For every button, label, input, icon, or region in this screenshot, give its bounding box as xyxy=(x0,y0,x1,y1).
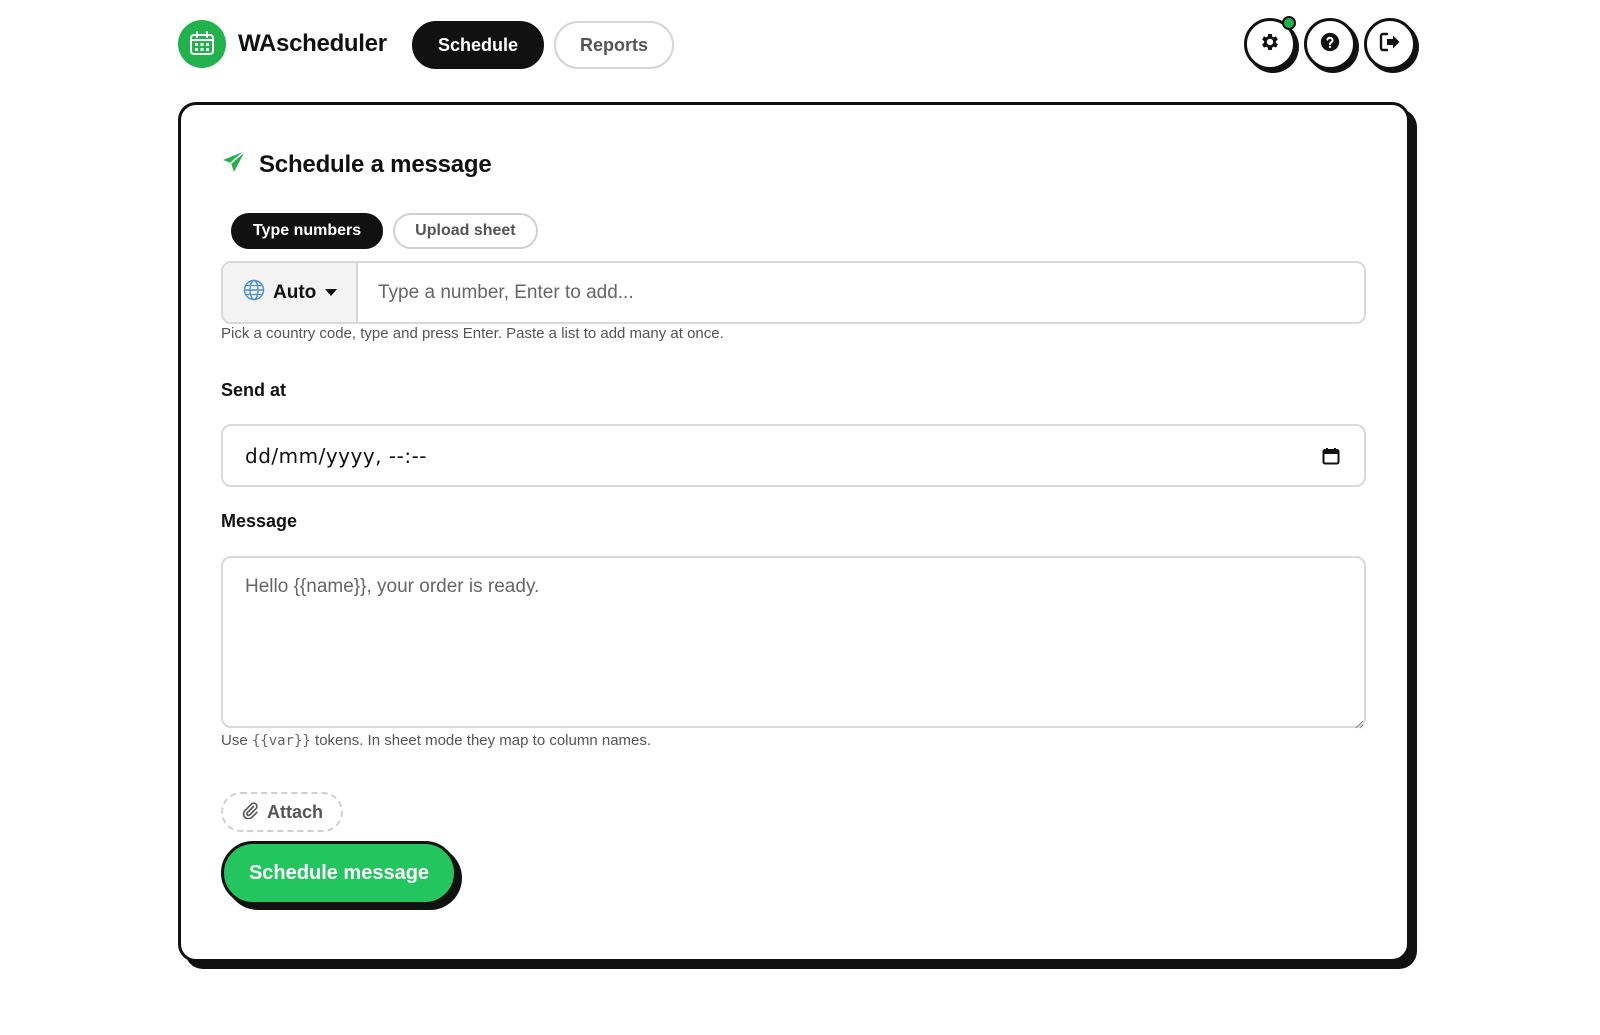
send-at-datetime-input[interactable]: dd/mm/yyyy, --:-- xyxy=(221,424,1366,487)
help-icon xyxy=(1319,31,1341,58)
message-textarea[interactable] xyxy=(221,556,1366,728)
message-hint-suffix: tokens. In sheet mode they map to column… xyxy=(310,732,652,749)
numbers-hint: Pick a country code, type and press Ente… xyxy=(221,325,724,342)
schedule-card: Schedule a message Type numbers Upload s… xyxy=(178,102,1410,962)
card-header: Schedule a message xyxy=(221,149,492,180)
app-name: WAscheduler xyxy=(238,30,387,57)
country-code-value: Auto xyxy=(273,281,317,303)
var-token: {{var}} xyxy=(251,733,311,749)
notification-dot xyxy=(1282,16,1296,30)
card-title: Schedule a message xyxy=(259,150,492,178)
attach-button[interactable]: Attach xyxy=(221,792,344,832)
tab-reports[interactable]: Reports xyxy=(554,21,675,69)
country-code-select[interactable]: Auto xyxy=(223,263,358,322)
header-actions xyxy=(1244,16,1416,70)
mode-tabs: Type numbers Upload sheet xyxy=(231,213,538,249)
calendar-picker-icon[interactable] xyxy=(1320,445,1342,467)
message-label: Message xyxy=(221,511,298,531)
logout-icon xyxy=(1378,31,1402,58)
tab-schedule[interactable]: Schedule xyxy=(412,21,545,69)
resize-handle-icon[interactable] xyxy=(1354,716,1364,729)
schedule-message-button[interactable]: Schedule message xyxy=(221,841,457,905)
main-nav: Schedule Reports xyxy=(412,21,675,69)
phone-number-input[interactable] xyxy=(358,263,1364,322)
tab-upload-sheet[interactable]: Upload sheet xyxy=(393,213,538,249)
send-at-label: Send at xyxy=(221,380,287,400)
globe-icon xyxy=(243,279,265,306)
datetime-value: dd/mm/yyyy, --:-- xyxy=(245,443,427,468)
send-icon xyxy=(221,149,247,180)
gear-icon xyxy=(1259,31,1281,58)
attach-label: Attach xyxy=(267,801,324,822)
calendar-icon xyxy=(178,20,226,68)
paperclip-icon xyxy=(241,801,259,824)
caret-down-icon xyxy=(324,284,338,302)
tab-type-numbers[interactable]: Type numbers xyxy=(231,213,384,249)
message-hint-prefix: Use xyxy=(221,732,252,749)
phone-input-group: Auto xyxy=(221,261,1366,324)
settings-button[interactable] xyxy=(1244,16,1296,70)
logout-button[interactable] xyxy=(1364,18,1416,70)
message-hint: Use {{var}} tokens. In sheet mode they m… xyxy=(221,732,651,749)
top-bar: WAscheduler Schedule Reports xyxy=(178,16,1416,72)
help-button[interactable] xyxy=(1304,18,1356,70)
brand[interactable]: WAscheduler xyxy=(178,20,387,68)
